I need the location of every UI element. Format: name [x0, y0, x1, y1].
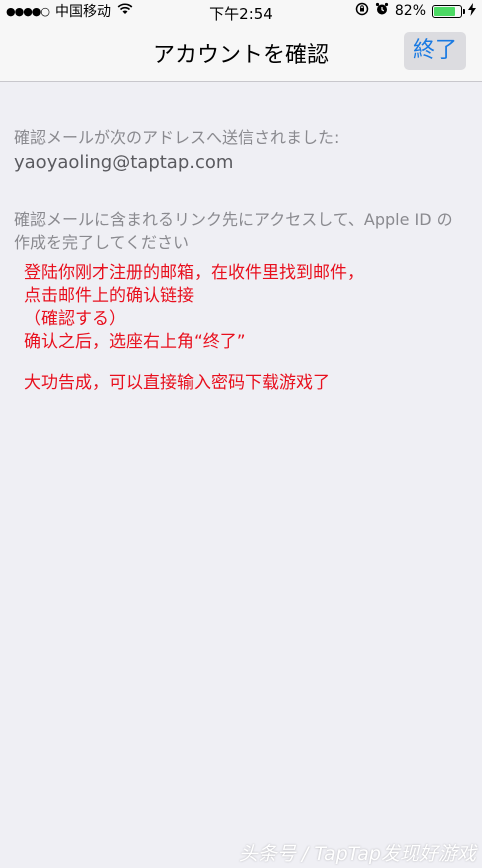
signal-strength-icon: ●●●●○ [6, 4, 50, 18]
annotation-overlay: 登陆你刚才注册的邮箱，在收件里找到邮件， 点击邮件上的确认链接 （確認する） 确… [24, 262, 464, 395]
wifi-icon [117, 3, 133, 19]
battery-fill [434, 6, 456, 16]
instruction-text: 確認メールに含まれるリンク先にアクセスして、Apple ID の作成を完了してく… [14, 210, 453, 252]
battery-icon [432, 4, 465, 18]
annotation-line: 点击邮件上的确认链接 [24, 286, 194, 306]
battery-percent: 82% [394, 3, 426, 19]
status-bar: ●●●●○ 中国移动 下午2:54 82% [0, 0, 482, 23]
sent-message: 確認メールが次のアドレスへ送信されました: [14, 128, 340, 147]
done-button[interactable]: 終了 [404, 32, 466, 70]
rotation-lock-icon [355, 2, 369, 20]
watermark: 头条号 / TapTap发现好游戏 [238, 843, 476, 865]
carrier-label: 中国移动 [55, 4, 111, 20]
alarm-icon [375, 2, 389, 20]
email-address: yaoyaoling@taptap.com [14, 152, 234, 173]
navigation-bar: アカウントを確認 終了 [0, 22, 482, 82]
annotation-line: 登陆你刚才注册的邮箱，在收件里找到邮件， [24, 263, 364, 283]
annotation-line: （確認する） [24, 309, 126, 329]
annotation-line: 大功告成，可以直接输入密码下载游戏了 [24, 373, 330, 393]
annotation-line: 确认之后，选座右上角“终了” [24, 332, 246, 352]
charging-bolt-icon [468, 2, 476, 20]
